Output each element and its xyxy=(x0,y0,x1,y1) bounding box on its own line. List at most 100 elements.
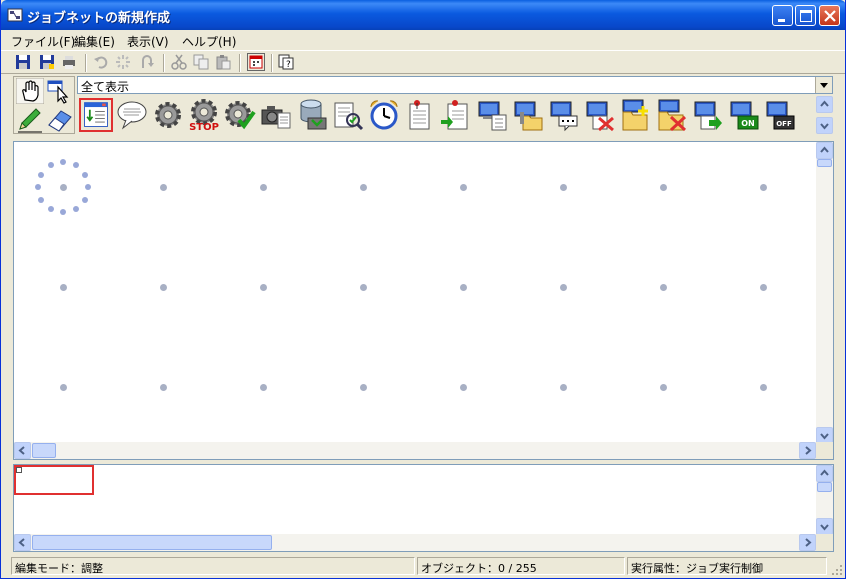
copy-icon[interactable] xyxy=(193,54,209,70)
canvas-horizontal-scrollbar[interactable] xyxy=(14,442,816,459)
calendar-icon[interactable] xyxy=(247,53,265,71)
grid-dot xyxy=(660,184,667,191)
eraser-icon[interactable] xyxy=(45,107,73,133)
grid-dot xyxy=(360,384,367,391)
status-edit-mode: 編集モード：調整 xyxy=(11,557,415,575)
minimize-button[interactable] xyxy=(772,5,793,26)
alarm-clock-icon[interactable] xyxy=(367,98,401,132)
folder-add-icon[interactable] xyxy=(619,98,653,132)
grid-dot xyxy=(560,284,567,291)
gear-icon[interactable] xyxy=(151,98,185,132)
print-icon[interactable] xyxy=(61,54,77,70)
toolbar-separator xyxy=(85,54,87,72)
chevron-up-icon xyxy=(820,146,829,153)
repeat-icon[interactable] xyxy=(139,54,155,70)
save-as-icon[interactable] xyxy=(39,54,55,70)
grid-dot xyxy=(60,284,67,291)
start-node-ring-dot xyxy=(60,159,66,165)
panel-horizontal-scrollbar[interactable] xyxy=(14,534,816,551)
on-label: ON xyxy=(741,119,755,128)
jobnet-canvas[interactable] xyxy=(13,141,834,460)
palette-scroll-up[interactable] xyxy=(816,96,833,113)
chevron-up-icon xyxy=(820,100,829,107)
stop-gear-icon[interactable]: STOP xyxy=(187,98,221,132)
grid-dot xyxy=(660,384,667,391)
canvas-vscroll-thumb[interactable] xyxy=(817,159,832,167)
canvas-hscroll-thumb[interactable] xyxy=(32,443,56,458)
grid-dot xyxy=(60,384,67,391)
status-object-count: オブジェクト：0 / 255 xyxy=(417,557,625,575)
panel-scroll-down[interactable] xyxy=(816,518,833,535)
start-node-ring-dot xyxy=(47,162,54,169)
maximize-button[interactable] xyxy=(795,5,816,26)
panel-vscroll-thumb[interactable] xyxy=(817,482,832,492)
start-node-ring-dot xyxy=(72,205,79,212)
close-button[interactable] xyxy=(819,5,840,26)
menu-help[interactable]: ヘルプ(H) xyxy=(182,33,236,50)
chevron-up-icon xyxy=(820,469,829,476)
grid-dot xyxy=(660,284,667,291)
document-pin-icon[interactable] xyxy=(403,98,437,132)
grid-dot xyxy=(560,384,567,391)
computer-message-icon[interactable] xyxy=(547,98,581,132)
chevron-down-icon xyxy=(820,83,828,88)
document-check-icon[interactable] xyxy=(331,98,365,132)
chevron-down-icon xyxy=(820,123,829,130)
hand-icon[interactable] xyxy=(16,78,44,104)
computer-list-icon[interactable] xyxy=(475,98,509,132)
menu-edit[interactable]: 編集(E) xyxy=(74,33,115,50)
gear-check-icon[interactable] xyxy=(223,98,257,132)
chevron-right-icon xyxy=(805,538,812,547)
canvas-scroll-up[interactable] xyxy=(816,142,833,159)
database-icon[interactable] xyxy=(295,98,329,132)
menu-bar: ファイル(F) 編集(E) 表示(V) ヘルプ(H) xyxy=(1,30,845,50)
camera-icon[interactable] xyxy=(259,98,293,132)
main-window: ジョブネットの新規作成 ファイル(F) 編集(E) 表示(V) ヘルプ(H) ?… xyxy=(0,0,846,579)
overview-panel[interactable] xyxy=(13,464,834,552)
undo-icon[interactable] xyxy=(93,54,109,70)
off-label: OFF xyxy=(776,120,792,128)
minimize-icon xyxy=(778,19,785,22)
palette-scroll-down[interactable] xyxy=(816,117,833,134)
paste-icon[interactable] xyxy=(215,54,231,70)
canvas-vertical-scrollbar[interactable] xyxy=(816,142,833,444)
redo-icon[interactable] xyxy=(115,54,131,70)
start-node-ring-dot xyxy=(72,162,79,169)
panel-hscroll-thumb[interactable] xyxy=(32,535,272,550)
grid-dot xyxy=(760,284,767,291)
panel-scroll-right[interactable] xyxy=(799,534,816,551)
panel-vertical-scrollbar[interactable] xyxy=(816,465,833,535)
save-icon[interactable] xyxy=(15,54,31,70)
resize-grip-icon[interactable] xyxy=(830,563,844,577)
computer-arrow-icon[interactable] xyxy=(691,98,725,132)
menu-file[interactable]: ファイル(F) xyxy=(11,33,75,50)
document-arrow-icon[interactable] xyxy=(439,98,473,132)
canvas-scroll-left[interactable] xyxy=(14,442,31,459)
job-list-icon[interactable] xyxy=(79,98,113,132)
folder-delete-icon[interactable] xyxy=(655,98,689,132)
cut-icon[interactable] xyxy=(171,54,187,70)
title-bar[interactable]: ジョブネットの新規作成 xyxy=(1,0,845,30)
canvas-scroll-right[interactable] xyxy=(799,442,816,459)
computer-on-icon[interactable]: ON xyxy=(727,98,761,132)
grid-dot xyxy=(260,284,267,291)
dropdown-button[interactable] xyxy=(815,77,832,93)
help-icon[interactable]: ? xyxy=(278,54,294,70)
filter-dropdown[interactable]: 全て表示 xyxy=(77,76,833,94)
grid-dot xyxy=(60,184,67,191)
grid-dot xyxy=(360,284,367,291)
pencil-icon[interactable] xyxy=(16,107,44,133)
comment-icon[interactable] xyxy=(115,98,149,132)
select-icon[interactable] xyxy=(45,78,73,104)
grid-dot xyxy=(360,184,367,191)
panel-scroll-up[interactable] xyxy=(816,465,833,482)
job-icon-strip: STOP ON OFF xyxy=(77,96,833,134)
start-node-ring-dot xyxy=(81,196,88,203)
panel-scroll-left[interactable] xyxy=(14,534,31,551)
computer-folder-icon[interactable] xyxy=(511,98,545,132)
computer-delete-icon[interactable] xyxy=(583,98,617,132)
viewport-frame[interactable] xyxy=(14,465,94,495)
menu-view[interactable]: 表示(V) xyxy=(127,33,169,50)
computer-off-icon[interactable]: OFF xyxy=(763,98,797,132)
palette-scrollbar[interactable] xyxy=(816,96,833,134)
